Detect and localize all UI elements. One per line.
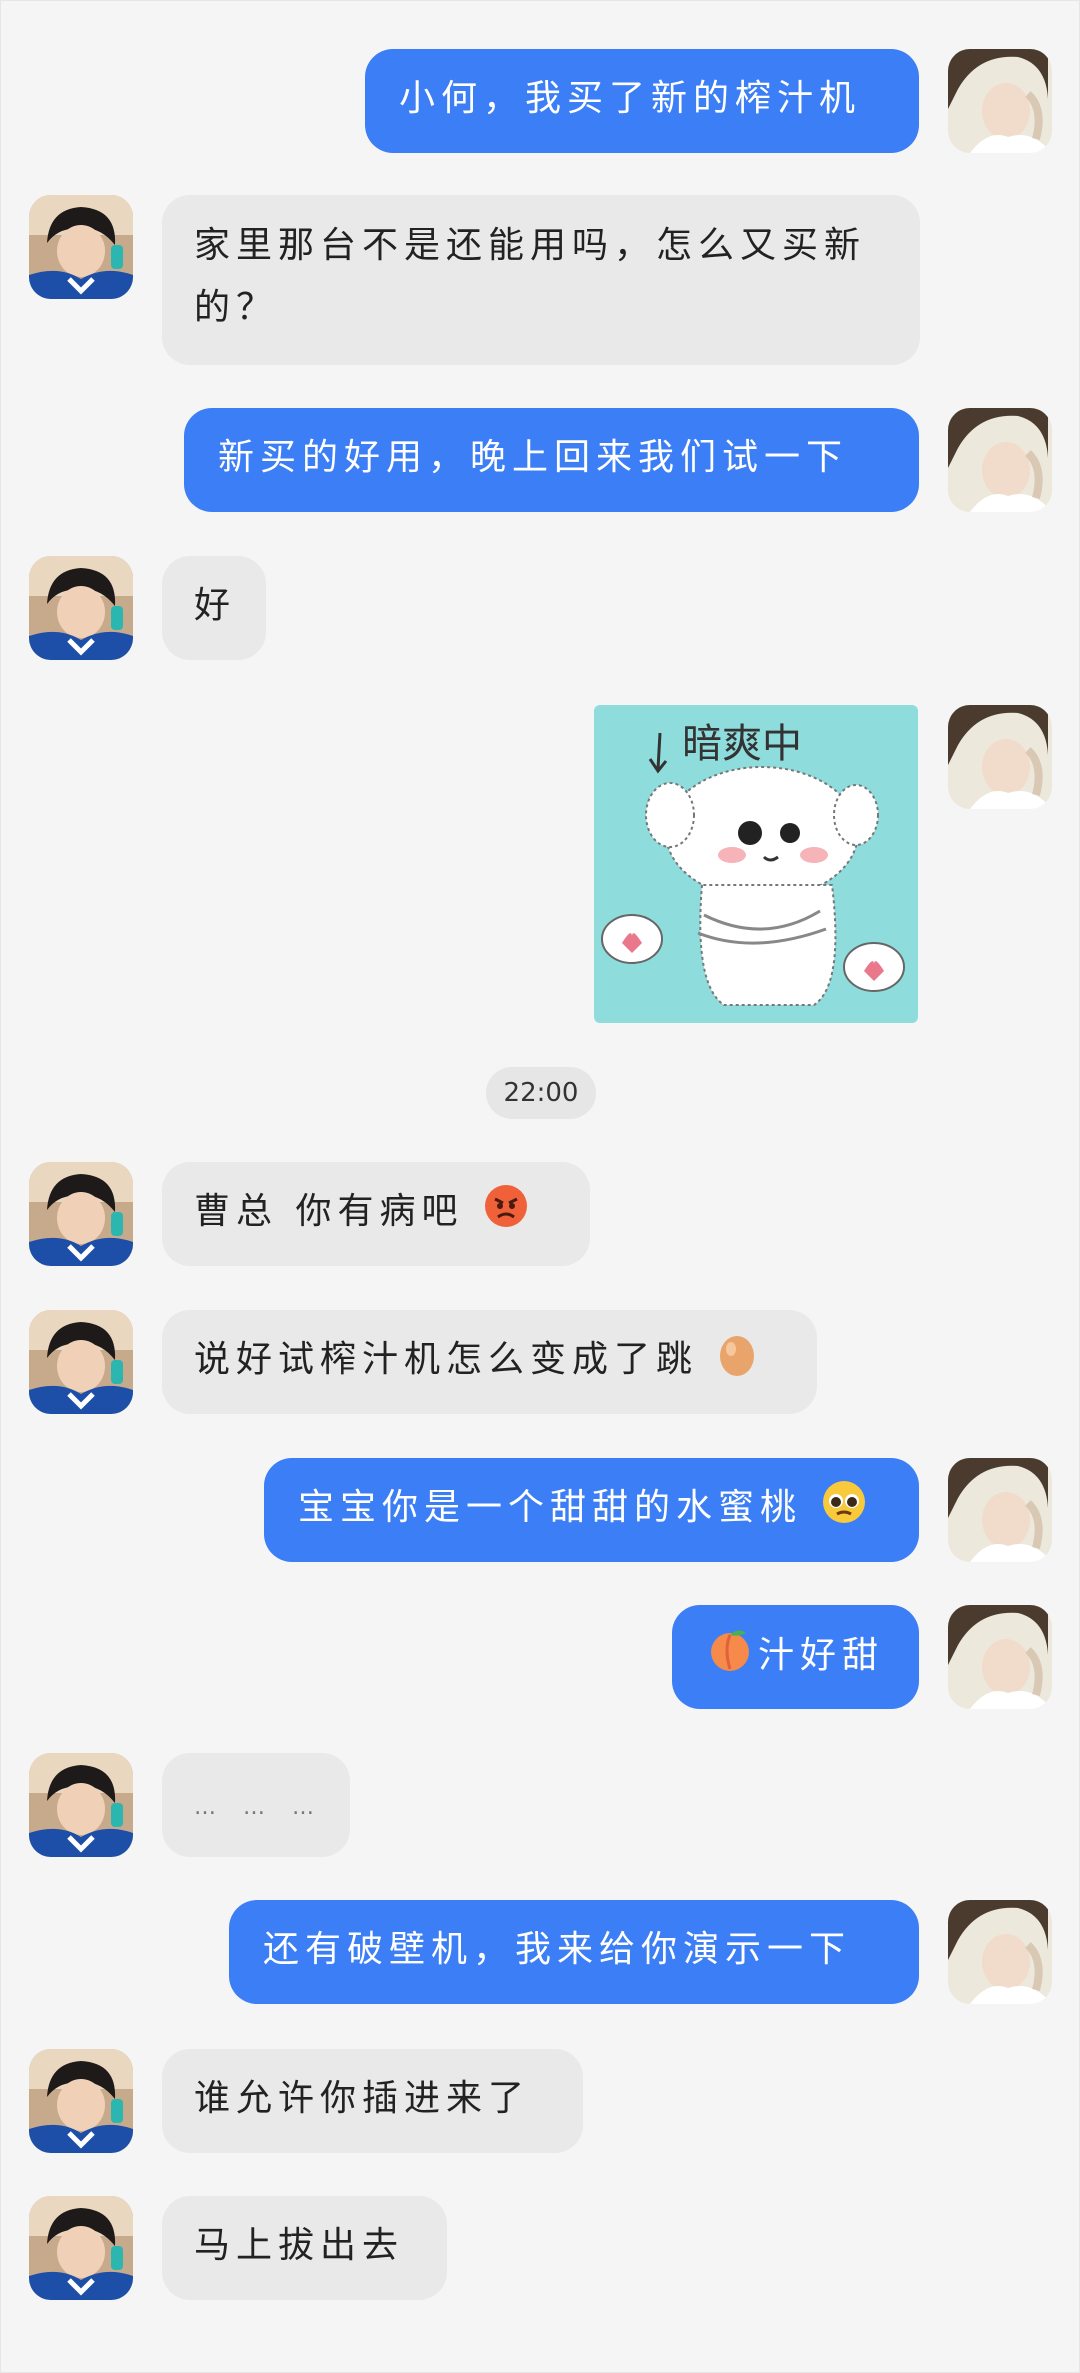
pleading-face-icon — [821, 1479, 867, 1544]
contact-avatar[interactable] — [29, 2049, 133, 2153]
message-text: 说好试榨汁机怎么变成了跳 — [194, 1339, 699, 1380]
message-text: 小何，我买了新的榨汁机 — [399, 78, 862, 119]
incoming-message[interactable]: 说好试榨汁机怎么变成了跳 — [162, 1310, 817, 1414]
message-text: … … … — [194, 1795, 324, 1820]
incoming-message[interactable]: 曹总 你有病吧 — [162, 1162, 590, 1266]
contact-avatar[interactable] — [29, 1162, 133, 1266]
egg-icon — [717, 1331, 757, 1396]
contact-avatar[interactable] — [29, 1753, 133, 1857]
outgoing-message[interactable]: 汁好甜 — [672, 1605, 919, 1709]
angry-face-icon — [483, 1183, 529, 1248]
incoming-message[interactable]: 家里那台不是还能用吗，怎么又买新的？ — [162, 195, 920, 365]
message-text: 宝宝你是一个甜甜的水蜜桃 — [298, 1487, 803, 1528]
timestamp-badge: 22:00 — [486, 1067, 596, 1119]
chat-screen: 小何，我买了新的榨汁机 家里那台不是还能用吗，怎么又买新的？ 新买的好用，晚上回… — [0, 0, 1080, 2373]
message-text: 新买的好用，晚上回来我们试一下 — [218, 437, 849, 478]
contact-avatar[interactable] — [29, 1310, 133, 1414]
message-text: 曹总 你有病吧 — [194, 1191, 464, 1232]
peach-icon — [706, 1625, 754, 1692]
contact-avatar[interactable] — [29, 195, 133, 299]
my-avatar[interactable] — [948, 408, 1052, 512]
message-text: 谁允许你插进来了 — [194, 2078, 531, 2119]
my-avatar[interactable] — [948, 705, 1052, 809]
message-text: 马上拔出去 — [194, 2225, 405, 2266]
message-text: 好 — [194, 585, 237, 626]
message-text: 家里那台不是还能用吗，怎么又买新的？ — [194, 225, 867, 328]
message-text: 汁好甜 — [758, 1635, 885, 1676]
contact-avatar[interactable] — [29, 2196, 133, 2300]
my-avatar[interactable] — [948, 1605, 1052, 1709]
sticker-image[interactable]: 暗爽中 — [594, 705, 918, 1023]
outgoing-message[interactable]: 宝宝你是一个甜甜的水蜜桃 — [264, 1458, 919, 1562]
message-text: 还有破壁机，我来给你演示一下 — [263, 1929, 852, 1970]
contact-avatar[interactable] — [29, 556, 133, 660]
incoming-message[interactable]: 好 — [162, 556, 266, 660]
incoming-message[interactable]: 谁允许你插进来了 — [162, 2049, 583, 2153]
incoming-message[interactable]: 马上拔出去 — [162, 2196, 447, 2300]
sticker-caption: 暗爽中 — [682, 721, 802, 767]
my-avatar[interactable] — [948, 49, 1052, 153]
my-avatar[interactable] — [948, 1458, 1052, 1562]
outgoing-message[interactable]: 新买的好用，晚上回来我们试一下 — [184, 408, 919, 512]
incoming-message[interactable]: … … … — [162, 1753, 350, 1857]
outgoing-message[interactable]: 小何，我买了新的榨汁机 — [365, 49, 919, 153]
my-avatar[interactable] — [948, 1900, 1052, 2004]
timestamp-text: 22:00 — [503, 1078, 579, 1108]
outgoing-message[interactable]: 还有破壁机，我来给你演示一下 — [229, 1900, 919, 2004]
